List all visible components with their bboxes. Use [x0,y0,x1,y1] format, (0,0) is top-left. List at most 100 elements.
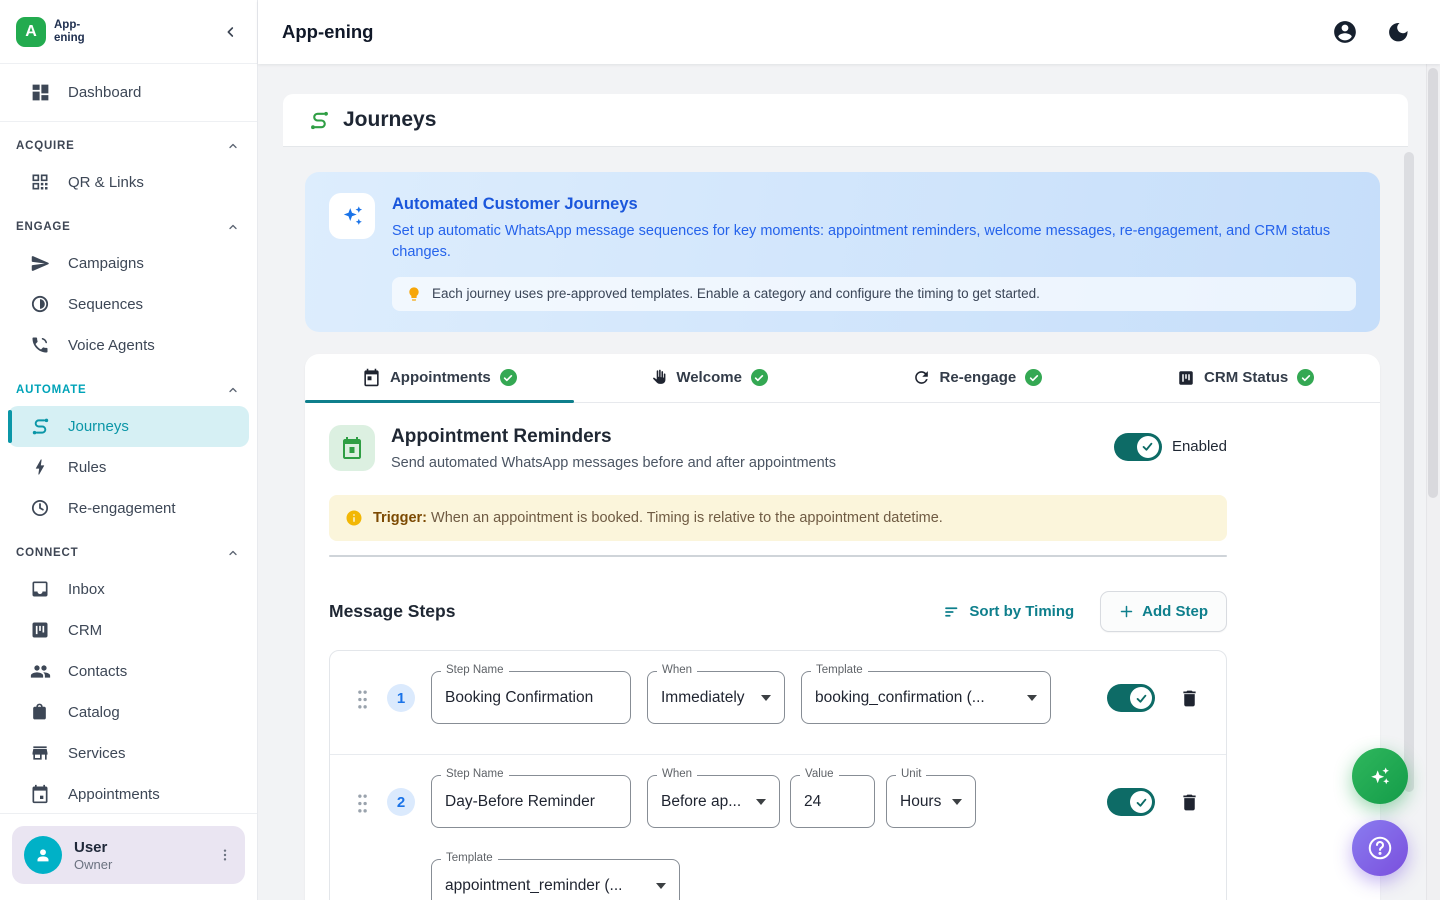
info-icon [345,509,363,527]
sidebar-item-sequences[interactable]: Sequences [8,284,249,325]
section-acquire[interactable]: ACQUIRE [0,130,257,162]
add-step-button[interactable]: Add Step [1100,591,1227,632]
template-select[interactable]: Template booking_confirmation (... [801,671,1051,724]
sidebar-item-appointments[interactable]: Appointments [8,774,249,813]
unit-select[interactable]: Unit Hours [886,775,976,828]
step-name-field[interactable]: Step Name [431,775,631,828]
lightbulb-icon [406,286,422,302]
sidebar-item-contacts[interactable]: Contacts [8,651,249,692]
user-menu-icon[interactable] [217,846,233,864]
window-scrollbar-track[interactable] [1426,64,1440,900]
tab-welcome[interactable]: Welcome [574,354,843,402]
sidebar-item-qr-links[interactable]: QR & Links [8,162,249,203]
sidebar-item-dashboard[interactable]: Dashboard [8,72,249,113]
step-toggle[interactable] [1107,788,1155,816]
inbox-icon [30,579,51,600]
check-badge-icon [1297,369,1314,386]
message-steps-header: Message Steps Sort by Timing [329,591,1227,632]
divider [329,555,1227,557]
sidebar-item-crm[interactable]: CRM [8,610,249,651]
tab-panel-appointments: Appointment Reminders Send automated Wha… [305,403,1251,900]
trigger-banner: Trigger: When an appointment is booked. … [329,495,1227,541]
content-scrollbar-thumb[interactable] [1404,152,1414,792]
sidebar-item-campaigns[interactable]: Campaigns [8,243,249,284]
kanban-icon [1177,369,1195,387]
sort-by-timing-button[interactable]: Sort by Timing [943,603,1074,621]
dark-mode-icon[interactable] [1386,20,1410,44]
user-name: User [74,839,112,856]
send-icon [30,253,51,274]
reminders-header: Appointment Reminders Send automated Wha… [329,425,1227,471]
window-scrollbar-thumb[interactable] [1428,68,1438,498]
topbar-actions [1332,19,1410,45]
banner-title: Automated Customer Journeys [392,195,1356,214]
section-connect[interactable]: CONNECT [0,537,257,569]
account-icon[interactable] [1332,19,1358,45]
clock-icon [30,498,51,519]
value-input[interactable] [804,793,861,811]
sidebar-item-journeys[interactable]: Journeys [8,406,249,447]
tab-appointments[interactable]: Appointments [305,354,574,402]
step-row: 2 Step Name When [330,754,1226,900]
dropdown-arrow-icon [756,799,766,805]
reminders-subtitle: Send automated WhatsApp messages before … [391,455,836,471]
check-badge-icon [500,369,517,386]
sequence-icon [30,294,51,315]
drag-handle-icon[interactable] [356,793,369,814]
hand-wave-icon [648,368,667,387]
sidebar-item-catalog[interactable]: Catalog [8,692,249,733]
sidebar-item-rules[interactable]: Rules [8,447,249,488]
divider [0,121,257,122]
sparkles-icon [329,193,375,239]
delete-step-icon[interactable] [1179,792,1200,813]
tab-crm-status[interactable]: CRM Status [1111,354,1380,402]
page-header: Journeys [283,94,1408,147]
template-select[interactable]: Template appointment_reminder (... [431,859,680,900]
sidebar-item-voice-agents[interactable]: Voice Agents [8,325,249,366]
reminders-text: Appointment Reminders Send automated Wha… [391,425,836,471]
toggle-label: Enabled [1172,438,1227,455]
journeys-banner: Automated Customer Journeys Set up autom… [305,172,1380,332]
section-automate[interactable]: AUTOMATE [0,374,257,406]
delete-step-icon[interactable] [1179,688,1200,709]
sidebar-item-services[interactable]: Services [8,733,249,774]
step-number: 1 [387,684,415,712]
toggle-check-icon [1130,687,1152,709]
ai-assistant-button[interactable] [1352,748,1408,804]
when-select[interactable]: When Immediately [647,671,785,724]
calendar-icon [362,368,381,387]
storefront-icon [30,743,51,764]
help-button[interactable] [1352,820,1408,876]
dropdown-arrow-icon [952,799,962,805]
sidebar-item-re-engagement[interactable]: Re-engagement [8,488,249,529]
step-name-input[interactable] [445,793,617,811]
check-badge-icon [751,369,768,386]
dropdown-arrow-icon [656,883,666,889]
reminders-toggle[interactable] [1114,433,1162,461]
drag-handle-icon[interactable] [356,689,369,710]
page-title: Journeys [343,108,436,132]
reminders-title: Appointment Reminders [391,426,836,448]
calendar-icon [329,425,375,471]
content-area: Journeys Automated Customer Journeys Set… [258,64,1440,900]
step-row: 1 Step Name When [330,651,1226,754]
value-field[interactable]: Value [790,775,875,828]
scroll-area: Automated Customer Journeys Set up autom… [283,147,1408,900]
sidebar-collapse-icon[interactable] [223,24,239,40]
sidebar-item-inbox[interactable]: Inbox [8,569,249,610]
user-card[interactable]: User Owner [12,826,245,884]
banner-text: Automated Customer Journeys Set up autom… [392,193,1356,311]
dropdown-arrow-icon [761,695,771,701]
step-toggle[interactable] [1107,684,1155,712]
phone-icon [30,335,51,356]
user-role: Owner [74,857,112,872]
bag-icon [30,702,51,723]
section-engage[interactable]: ENGAGE [0,211,257,243]
banner-body: Set up automatic WhatsApp message sequen… [392,221,1356,264]
step-name-input[interactable] [445,689,617,707]
step-name-field[interactable]: Step Name [431,671,631,724]
sort-icon [943,603,961,621]
steps-list: 1 Step Name When [329,650,1227,900]
when-select[interactable]: When Before ap... [647,775,780,828]
tab-re-engage[interactable]: Re-engage [843,354,1112,402]
